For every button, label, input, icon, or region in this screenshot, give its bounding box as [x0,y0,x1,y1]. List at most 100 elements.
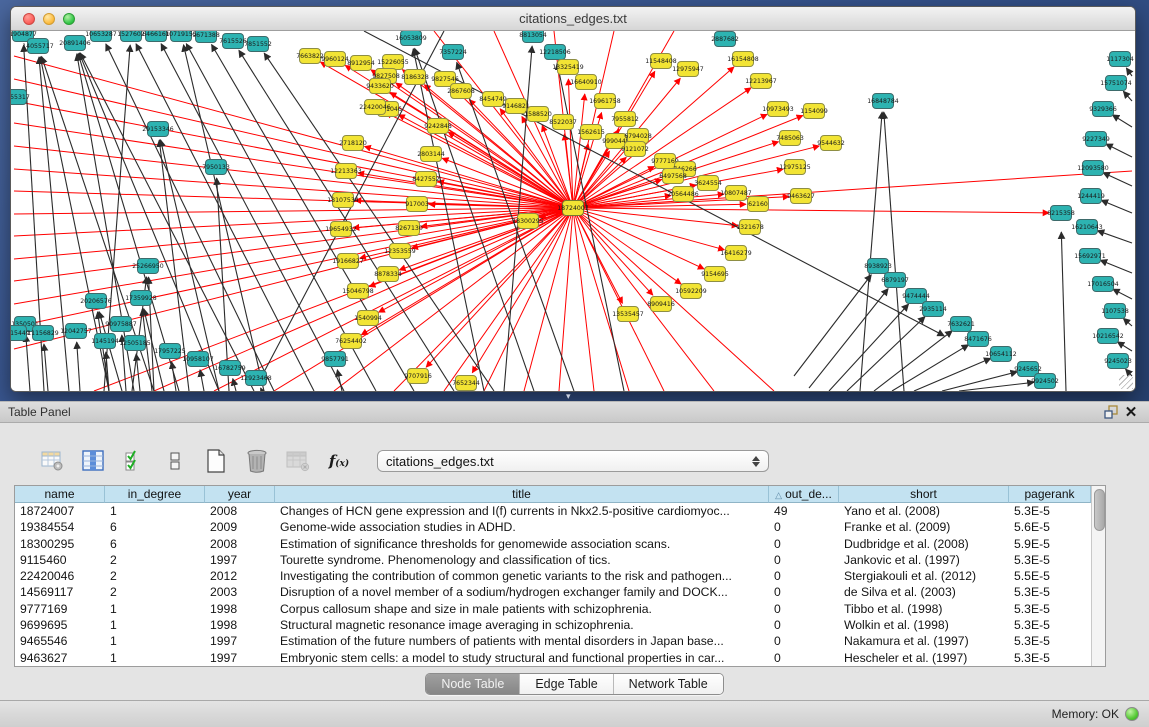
select-rows-icon[interactable] [122,449,146,473]
network-node[interactable]: 6497568 [659,169,687,184]
table-cell[interactable]: 19384554 [15,519,105,535]
table-cell[interactable]: 9463627 [15,650,105,666]
table-row[interactable]: 1938455462009Genome-wide association stu… [15,519,1091,535]
table-cell[interactable]: 49 [769,503,839,519]
column-header-name[interactable]: name [15,486,105,503]
network-node[interactable]: 12213363 [330,164,362,179]
network-node[interactable]: 9227349 [1082,132,1110,147]
table-cell[interactable]: Jankovic et al. (1997) [839,552,1009,568]
network-node[interactable]: 20206576 [80,294,112,309]
table-cell[interactable]: 1 [105,601,205,617]
table-cell[interactable]: 22420046 [15,568,105,584]
table-cell[interactable]: 18724007 [15,503,105,519]
network-node[interactable]: 9707916 [404,369,432,384]
table-cell[interactable]: Estimation of significance thresholds fo… [275,536,769,552]
network-node[interactable]: 8912954 [347,56,375,71]
table-cell[interactable]: 0 [769,601,839,617]
network-node[interactable]: 7955812 [611,112,639,127]
network-node[interactable]: 7950133 [202,160,230,175]
network-node[interactable]: 7615526 [219,34,247,49]
network-node[interactable]: 6879197 [881,273,909,288]
column-header-short[interactable]: short [839,486,1009,503]
show-columns-icon[interactable] [81,449,105,473]
network-node[interactable]: 1145194 [91,334,119,349]
table-row[interactable]: 969969511998Structural magnetic resonanc… [15,617,1091,633]
table-cell[interactable]: 2012 [205,568,275,584]
table-cell[interactable]: 9115460 [15,552,105,568]
table-cell[interactable]: Tourette syndrome. Phenomenology and cla… [275,552,769,568]
network-node[interactable]: 12218506 [539,45,571,60]
network-node[interactable]: 2867608 [447,84,475,99]
table-cell[interactable]: 1998 [205,617,275,633]
network-node[interactable]: 15226055 [377,55,409,70]
table-cell[interactable]: 0 [769,519,839,535]
table-row[interactable]: 946554611997Estimation of the future num… [15,633,1091,649]
network-node[interactable]: 8878334 [374,267,402,282]
table-cell[interactable]: Tibbo et al. (1998) [839,601,1009,617]
table-cell[interactable]: Yano et al. (2008) [839,503,1009,519]
tab-network-table[interactable]: Network Table [614,674,723,694]
table-cell[interactable]: Investigating the contribution of common… [275,568,769,584]
table-row[interactable]: 977716911998Corpus callosum shape and si… [15,601,1091,617]
delete-table-icon[interactable] [245,449,269,473]
column-header-in_degree[interactable]: in_degree [105,486,205,503]
table-cell[interactable]: Hescheler et al. (1997) [839,650,1009,666]
table-cell[interactable]: 0 [769,552,839,568]
table-cell[interactable]: 6 [105,536,205,552]
table-cell[interactable]: 1997 [205,552,275,568]
network-canvas[interactable]: 1904877140557172089140610653287152760264… [11,31,1135,391]
network-node[interactable]: 2718120 [339,136,367,151]
network-node[interactable]: 2887682 [711,32,739,47]
table-cell[interactable]: 0 [769,584,839,600]
table-row[interactable]: 2242004622012Investigating the contribut… [15,568,1091,584]
column-header-title[interactable]: title [275,486,769,503]
network-view-window[interactable]: citations_edges.txt 19048771405571720891… [10,6,1136,392]
network-node[interactable]: 1107538 [1101,304,1129,319]
table-cell[interactable]: 0 [769,617,839,633]
table-row[interactable]: 911546021997Tourette syndrome. Phenomeno… [15,552,1091,568]
table-cell[interactable]: 2 [105,552,205,568]
network-node[interactable]: 9671388 [192,31,220,43]
network-node[interactable]: 8522037 [549,115,577,130]
table-selector-dropdown[interactable]: citations_edges.txt [377,450,769,472]
network-node[interactable]: 9154695 [701,267,729,282]
table-cell[interactable]: 18300295 [15,536,105,552]
table-cell[interactable]: 1 [105,633,205,649]
network-node[interactable]: 18107534 [327,193,359,208]
network-node[interactable]: 15751074 [1100,76,1132,91]
network-node[interactable]: 17957225 [154,344,186,359]
network-node[interactable]: 15692971 [1074,249,1106,264]
network-node[interactable]: 16053809 [395,31,427,46]
network-node[interactable]: 1540994 [354,311,382,326]
window-resize-grip[interactable] [1119,375,1133,389]
table-cell[interactable]: Stergiakouli et al. (2012) [839,568,1009,584]
table-cell[interactable]: Estimation of the future numbers of pati… [275,633,769,649]
network-node[interactable]: 29153346 [142,122,174,137]
table-cell[interactable]: 0 [769,650,839,666]
table-cell[interactable]: Genome-wide association studies in ADHD. [275,519,769,535]
network-node[interactable]: 19654932 [325,222,357,237]
network-node[interactable]: 8267130 [395,221,423,236]
network-node[interactable]: 9242848 [424,119,452,134]
citation-network-graph[interactable]: 1904877140557172089140610653287152760264… [11,31,1135,391]
table-cell[interactable]: 9699695 [15,617,105,633]
network-node[interactable]: 9433620 [366,79,394,94]
network-node[interactable]: 76254402 [335,334,367,349]
network-node[interactable]: 9857791 [321,352,349,367]
table-cell[interactable]: Structural magnetic resonance image aver… [275,617,769,633]
network-node[interactable]: 1588520 [524,107,552,122]
new-file-icon[interactable] [204,449,228,473]
table-cell[interactable]: de Silva et al. (2003) [839,584,1009,600]
table-cell[interactable]: 5.3E-5 [1009,650,1091,666]
table-cell[interactable]: 2003 [205,584,275,600]
table-cell[interactable]: Embryonic stem cells: a model to study s… [275,650,769,666]
table-cell[interactable]: 5.3E-5 [1009,584,1091,600]
network-node[interactable]: 16154808 [727,52,759,67]
table-cell[interactable]: 5.5E-5 [1009,568,1091,584]
network-node[interactable]: 12975947 [672,62,704,77]
tab-node-table[interactable]: Node Table [426,674,520,694]
table-cell[interactable]: 5.3E-5 [1009,503,1091,519]
network-node[interactable]: 16416279 [720,246,752,261]
network-node[interactable]: 7851552 [244,37,272,52]
network-node[interactable]: 8909416 [647,297,675,312]
